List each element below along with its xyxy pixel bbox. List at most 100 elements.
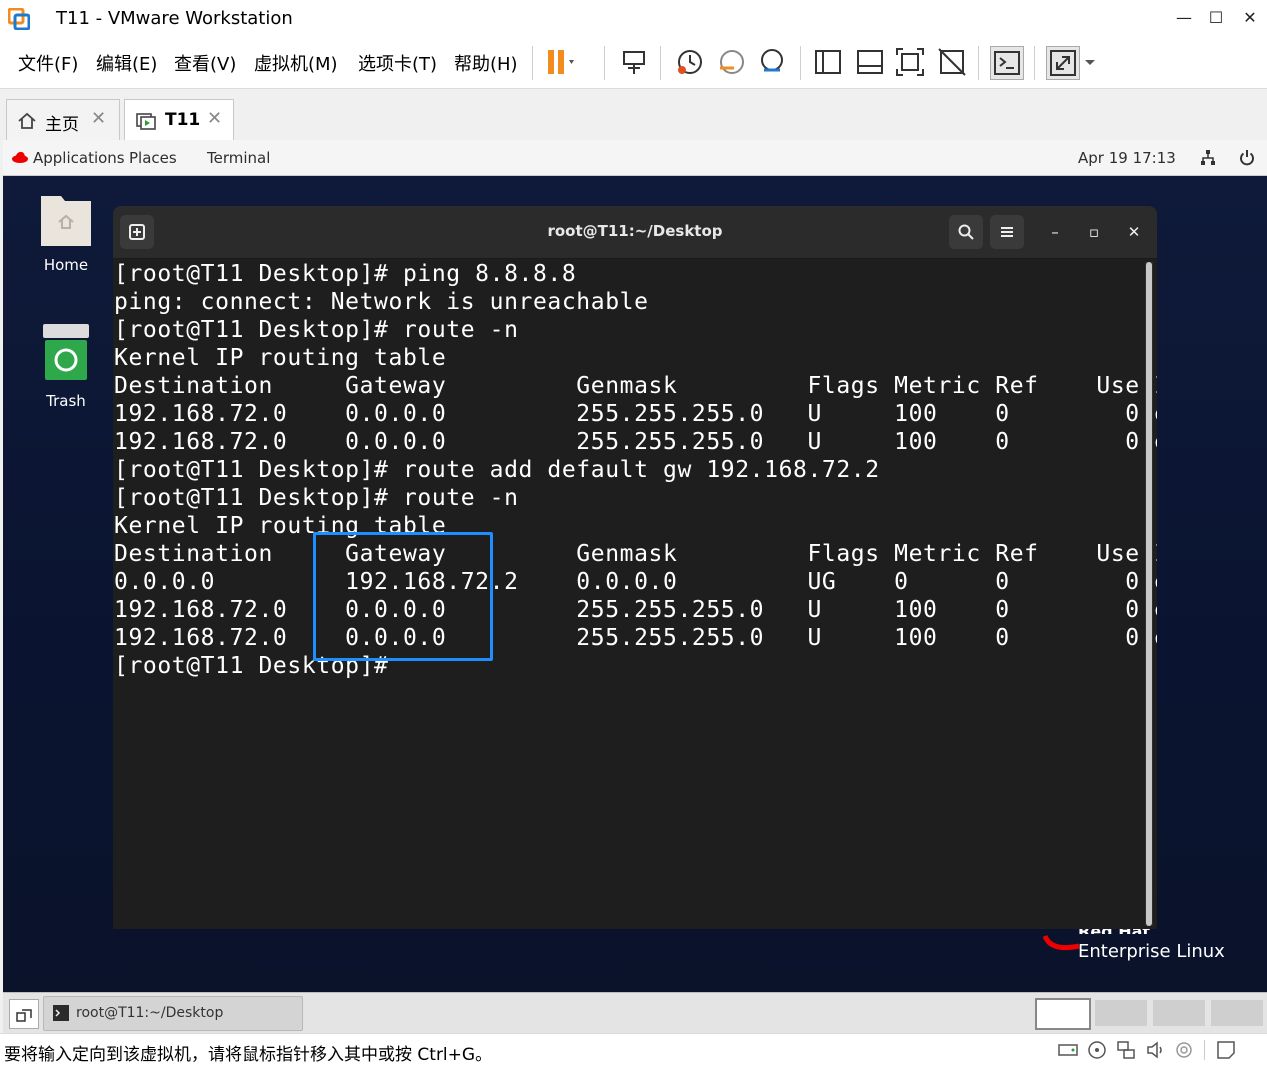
gateway-highlight-box [313, 532, 493, 661]
snapshot-manager-icon[interactable] [756, 46, 788, 78]
minimize-button[interactable]: — [1170, 6, 1198, 30]
redhat-logo-icon [1043, 934, 1080, 951]
toolbar-separator [660, 46, 661, 80]
tab-t11[interactable]: T11 ✕ [124, 99, 234, 140]
revert-snapshot-icon[interactable] [716, 46, 748, 78]
terminal-line: 192.168.72.0 0.0.0.0 255.255.255.0 U 100… [114, 625, 1157, 651]
sound-icon[interactable] [1145, 1040, 1165, 1060]
gnome-top-bar: Applications Places Terminal Apr 19 17:1… [3, 140, 1267, 176]
terminal-line: Destination Gateway Genmask Flags Metric… [114, 373, 1157, 399]
trash-icon[interactable] [41, 322, 91, 384]
terminal-line: Destination Gateway Genmask Flags Metric… [114, 541, 1157, 567]
clock[interactable]: Apr 19 17:13 [1078, 149, 1176, 167]
status-bar: 要将输入定向到该虚拟机，请将鼠标指针移入其中或按 Ctrl+G。 [0, 1033, 1267, 1066]
terminal-app-menu[interactable]: Terminal [207, 149, 270, 167]
tab-close-icon[interactable]: ✕ [91, 108, 106, 129]
applications-menu[interactable]: Applications [33, 149, 125, 167]
terminal-scrollbar[interactable] [1145, 262, 1153, 926]
show-desktop-button[interactable] [9, 999, 39, 1029]
workspace-1[interactable] [1035, 998, 1091, 1030]
console-view-icon[interactable] [990, 46, 1024, 80]
scrollbar-thumb[interactable] [1146, 262, 1152, 926]
workspace-2[interactable] [1095, 1000, 1147, 1026]
menu-help[interactable]: 帮助(H) [454, 50, 518, 76]
status-separator [1204, 1040, 1205, 1060]
search-button[interactable] [949, 215, 983, 249]
places-menu[interactable]: Places [129, 149, 177, 167]
terminal-window[interactable]: root@T11:~/Desktop – ▫ ✕ [root@T11 Deskt… [113, 206, 1157, 929]
title-bar: T11 - VMware Workstation — ☐ ✕ [0, 0, 1267, 38]
tab-bar: 主页 ✕ T11 ✕ [0, 89, 1267, 140]
home-folder-icon[interactable] [39, 188, 93, 248]
usb-icon[interactable] [1174, 1040, 1194, 1060]
toolbar-separator [1034, 46, 1035, 80]
terminal-header: root@T11:~/Desktop – ▫ ✕ [113, 206, 1157, 259]
close-button[interactable]: ✕ [1236, 6, 1264, 30]
vm-icon [136, 113, 156, 130]
terminal-line: [root@T11 Desktop]# route -n [114, 317, 519, 343]
trash-label: Trash [46, 392, 86, 410]
terminal-line: 192.168.72.0 0.0.0.0 255.255.255.0 U 100… [114, 401, 1157, 427]
home-icon [18, 112, 36, 129]
menu-edit[interactable]: 编辑(E) [96, 50, 157, 76]
hamburger-icon [1001, 227, 1013, 237]
redhat-brand-line2: Enterprise Linux [1078, 941, 1225, 962]
pause-icon[interactable] [544, 46, 576, 78]
network-icon[interactable] [1200, 149, 1216, 167]
menu-tabs[interactable]: 选项卡(T) [358, 50, 437, 76]
stretch-guest-icon[interactable] [1046, 46, 1080, 80]
terminal-line: [root@T11 Desktop]# ping 8.8.8.8 [114, 261, 577, 287]
terminal-minimize-button[interactable]: – [1042, 219, 1068, 245]
show-library-icon[interactable] [812, 46, 844, 78]
home-label: Home [43, 256, 89, 274]
maximize-button[interactable]: ☐ [1202, 6, 1230, 30]
power-icon[interactable] [1239, 149, 1255, 167]
terminal-icon [53, 1005, 69, 1021]
terminal-line: Kernel IP routing table [114, 345, 447, 371]
cd-dvd-icon[interactable] [1087, 1040, 1107, 1060]
vm-screen[interactable]: Applications Places Terminal Apr 19 17:1… [3, 140, 1267, 992]
terminal-line: 192.168.72.0 0.0.0.0 255.255.255.0 U 100… [114, 597, 1157, 623]
send-ctrl-alt-del-icon[interactable] [618, 46, 650, 78]
status-message: 要将输入定向到该虚拟机，请将鼠标指针移入其中或按 Ctrl+G。 [4, 1045, 493, 1065]
menu-view[interactable]: 查看(V) [174, 50, 236, 76]
toolbar-separator [532, 46, 533, 80]
taskbar-terminal-item[interactable]: root@T11:~/Desktop [43, 996, 303, 1031]
snapshot-icon[interactable] [674, 46, 706, 78]
message-log-icon[interactable] [1216, 1040, 1236, 1060]
terminal-output[interactable]: [root@T11 Desktop]# ping 8.8.8.8 ping: c… [113, 259, 1157, 929]
toolbar-separator [800, 46, 801, 80]
terminal-line: 192.168.72.0 0.0.0.0 255.255.255.0 U 100… [114, 429, 1157, 455]
terminal-line: [root@T11 Desktop]# route -n [114, 485, 519, 511]
toolbar-separator [978, 46, 979, 80]
network-adapter-icon[interactable] [1116, 1040, 1136, 1060]
menu-button[interactable] [990, 215, 1024, 249]
terminal-maximize-button[interactable]: ▫ [1081, 219, 1107, 245]
menu-vm[interactable]: 虚拟机(M) [254, 50, 338, 76]
window-title: T11 - VMware Workstation [56, 8, 293, 29]
search-icon [958, 224, 974, 240]
terminal-line: 0.0.0.0 192.168.72.2 0.0.0.0 UG 0 0 0 en… [114, 569, 1157, 595]
toolbar-separator [604, 46, 605, 80]
full-screen-icon[interactable] [894, 46, 926, 78]
tab-home-label: 主页 [45, 115, 79, 135]
unity-mode-icon[interactable] [936, 46, 968, 78]
workspace-3[interactable] [1153, 1000, 1205, 1026]
terminal-line: ping: connect: Network is unreachable [114, 289, 649, 315]
terminal-close-button[interactable]: ✕ [1121, 219, 1147, 245]
tab-t11-label: T11 [165, 110, 201, 130]
window-switch-icon [16, 1009, 32, 1022]
tab-close-icon[interactable]: ✕ [207, 108, 222, 129]
menu-file[interactable]: 文件(F) [18, 50, 78, 76]
vm-taskbar: root@T11:~/Desktop [3, 992, 1267, 1033]
vmware-logo-icon [8, 8, 30, 30]
workspace-4[interactable] [1211, 1000, 1263, 1026]
menu-bar: 文件(F) 编辑(E) 查看(V) 虚拟机(M) 选项卡(T) 帮助(H) [0, 38, 1267, 89]
hard-disk-icon[interactable] [1058, 1041, 1078, 1059]
redhat-icon [12, 151, 28, 163]
tab-home[interactable]: 主页 ✕ [6, 99, 120, 140]
chevron-down-icon[interactable] [1082, 46, 1098, 78]
terminal-line: [root@T11 Desktop]# route add default gw… [114, 457, 880, 483]
taskbar-terminal-label: root@T11:~/Desktop [76, 1005, 224, 1021]
thumbnail-bar-icon[interactable] [854, 46, 886, 78]
